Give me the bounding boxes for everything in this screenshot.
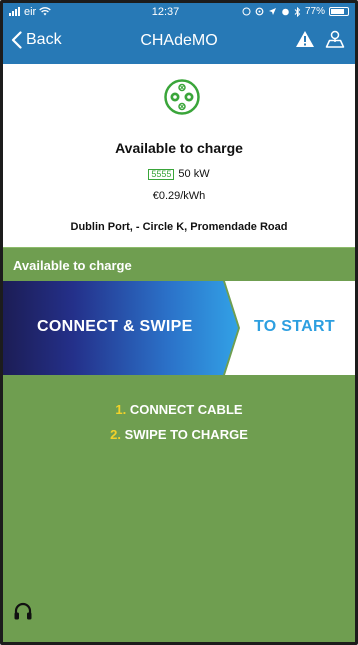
charge-instructions-area: Available to charge CONNECT & SWIPE TO S… xyxy=(3,247,355,642)
step-text: CONNECT CABLE xyxy=(129,402,243,417)
charger-address: Dublin Port, - Circle K, Promendade Road xyxy=(70,221,288,233)
step-number: 1. xyxy=(115,402,127,417)
step-item: 1. CONNECT CABLE xyxy=(3,397,355,422)
map-user-icon xyxy=(325,30,345,48)
alarm-icon xyxy=(255,7,264,16)
warning-triangle-icon xyxy=(296,31,314,47)
lock-rotation-icon xyxy=(242,7,251,16)
power-row: 5555 50 kW xyxy=(3,168,355,180)
price-value: €0.29/kWh xyxy=(152,190,206,202)
battery-percent: 77% xyxy=(304,6,325,17)
connect-swipe-banner: CONNECT & SWIPE TO START xyxy=(3,281,355,375)
banner-connect-swipe-text: CONNECT & SWIPE xyxy=(37,318,193,335)
headset-icon xyxy=(14,602,32,620)
status-time: 12:37 xyxy=(151,5,180,18)
location-arrow-icon xyxy=(268,8,276,15)
power-value: 50 kW xyxy=(178,168,210,180)
availability-title: Available to charge xyxy=(115,140,243,156)
nav-actions xyxy=(295,30,345,53)
instruction-steps: 1. CONNECT CABLE 2. SWIPE TO CHARGE xyxy=(3,397,355,447)
app-frame: eir 12:37 77% Back CHAdeMO Available to … xyxy=(0,0,358,645)
step-number: 2. xyxy=(110,427,121,442)
navigation-bar: Back CHAdeMO xyxy=(3,20,355,64)
battery-icon xyxy=(329,7,349,16)
step-item: 2. SWIPE TO CHARGE xyxy=(3,422,355,447)
signal-icon xyxy=(9,7,20,16)
bluetooth-icon xyxy=(294,6,301,17)
wifi-icon xyxy=(39,7,51,16)
status-right: 77% xyxy=(242,6,349,17)
step-text: SWIPE TO CHARGE xyxy=(124,427,248,442)
status-strip: Available to charge xyxy=(3,247,355,281)
support-button[interactable] xyxy=(12,601,34,623)
power-level-icon: 5555 xyxy=(148,168,175,180)
banner-to-start-text: TO START xyxy=(254,318,335,335)
report-button[interactable] xyxy=(295,30,315,53)
timer-icon xyxy=(282,8,289,16)
chademo-plug-icon xyxy=(164,79,200,115)
carrier-name: eir xyxy=(24,5,37,18)
charger-info-panel: Available to charge 5555 50 kW €0.29/kWh… xyxy=(3,64,355,247)
status-bar: eir 12:37 77% xyxy=(3,3,355,20)
map-button[interactable] xyxy=(325,30,345,53)
